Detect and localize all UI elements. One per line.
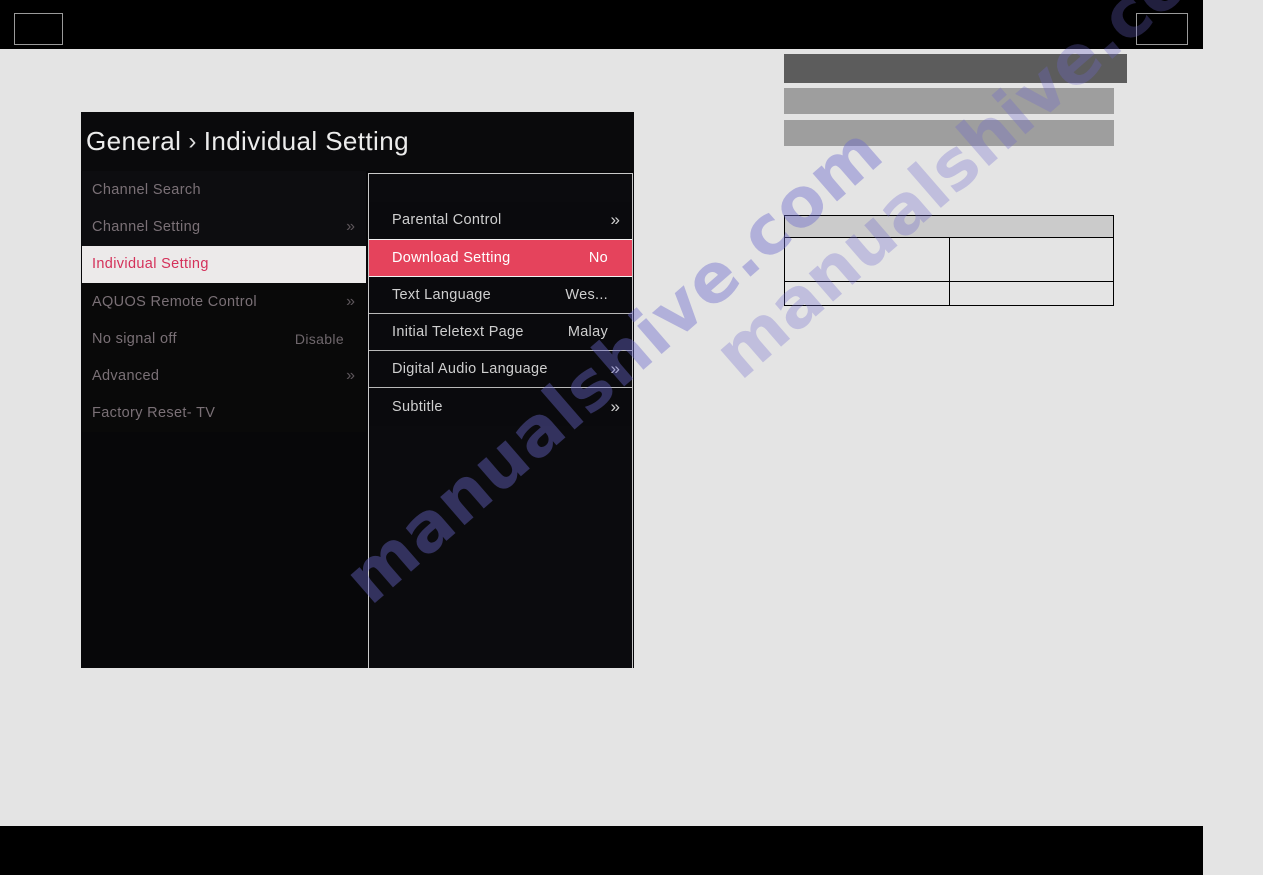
table-row xyxy=(784,237,1114,282)
table-cell xyxy=(784,281,950,306)
main-menu-item-value: Disable xyxy=(294,330,344,347)
main-menu-item-label: Factory Reset- TV xyxy=(92,405,216,422)
chevron-double-right-icon: » xyxy=(346,292,355,310)
table-cell xyxy=(948,237,1114,282)
sub-menu-item-subtitle[interactable]: Subtitle » xyxy=(369,388,632,426)
chevron-double-right-icon: » xyxy=(610,210,621,230)
content-bar-2 xyxy=(784,88,1114,114)
main-menu-item-label: No signal off xyxy=(92,330,177,347)
main-menu-item-channel-setting[interactable]: Channel Setting » xyxy=(82,208,366,246)
sub-menu-panel: Parental Control » Download Setting No T… xyxy=(368,173,633,668)
main-menu-item-label: AQUOS Remote Control xyxy=(92,293,257,310)
main-menu-item-channel-search[interactable]: Channel Search xyxy=(82,171,366,209)
bottom-black-band xyxy=(0,826,1203,875)
chevron-double-right-icon: » xyxy=(610,397,621,417)
table-cell xyxy=(784,237,950,282)
content-bar-1 xyxy=(784,54,1127,83)
sub-menu-item-value: Malay xyxy=(567,324,608,341)
chevron-double-right-icon: » xyxy=(346,367,355,385)
breadcrumb-current: Individual Setting xyxy=(203,126,409,156)
sub-menu-item-parental-control[interactable]: Parental Control » xyxy=(369,202,632,240)
main-menu-list: Channel Search Channel Setting » Individ… xyxy=(82,171,366,433)
top-band-right-box xyxy=(1136,13,1188,45)
table-header-cell xyxy=(784,215,1114,238)
main-menu-item-individual-setting[interactable]: Individual Setting xyxy=(82,245,366,283)
table-cell xyxy=(948,281,1114,306)
breadcrumb: General › Individual Setting xyxy=(81,112,634,171)
sub-menu-item-label: Parental Control xyxy=(392,212,502,229)
table-header-row xyxy=(784,215,1114,238)
sub-menu-list: Parental Control » Download Setting No T… xyxy=(369,202,632,426)
chevron-double-right-icon: » xyxy=(610,359,621,379)
table-head xyxy=(784,215,1114,238)
sub-menu-item-label: Digital Audio Language xyxy=(392,361,548,378)
sub-menu-item-value: No xyxy=(588,249,608,266)
main-menu-item-label: Channel Search xyxy=(92,181,201,198)
main-menu-item-no-signal-off[interactable]: No signal off Disable xyxy=(82,320,366,358)
main-menu-item-factory-reset-tv[interactable]: Factory Reset- TV xyxy=(82,394,366,433)
chevron-double-right-icon: » xyxy=(346,217,355,235)
table-row xyxy=(784,281,1114,306)
data-table xyxy=(784,215,1114,306)
tv-osd-screen: General › Individual Setting Channel Sea… xyxy=(81,112,634,668)
main-menu-item-label: Individual Setting xyxy=(92,256,209,273)
sub-menu-item-digital-audio-language[interactable]: Digital Audio Language » xyxy=(369,351,632,389)
main-menu-item-label: Channel Setting xyxy=(92,218,201,235)
content-bar-3 xyxy=(784,120,1114,146)
sub-menu-item-download-setting[interactable]: Download Setting No xyxy=(369,239,632,277)
chevron-right-icon: › xyxy=(188,127,197,155)
sub-menu-item-value: Wes... xyxy=(565,286,608,303)
sub-menu-item-label: Download Setting xyxy=(392,249,511,266)
sub-menu-item-initial-teletext-page[interactable]: Initial Teletext Page Malay xyxy=(369,313,632,352)
top-band-left-box xyxy=(14,13,63,45)
main-menu-item-advanced[interactable]: Advanced » xyxy=(82,357,366,395)
sub-menu-item-label: Text Language xyxy=(392,286,492,303)
breadcrumb-parent: General xyxy=(86,126,182,156)
sub-menu-item-label: Initial Teletext Page xyxy=(392,324,524,341)
sub-menu-item-text-language[interactable]: Text Language Wes... xyxy=(369,276,632,314)
top-black-band xyxy=(0,0,1203,49)
main-menu-item-label: Advanced xyxy=(92,368,160,385)
main-menu-item-aquos-remote-control[interactable]: AQUOS Remote Control » xyxy=(82,282,366,321)
sub-menu-item-label: Subtitle xyxy=(392,399,443,416)
table-body xyxy=(784,237,1114,306)
page-canvas: General › Individual Setting Channel Sea… xyxy=(0,0,1263,875)
